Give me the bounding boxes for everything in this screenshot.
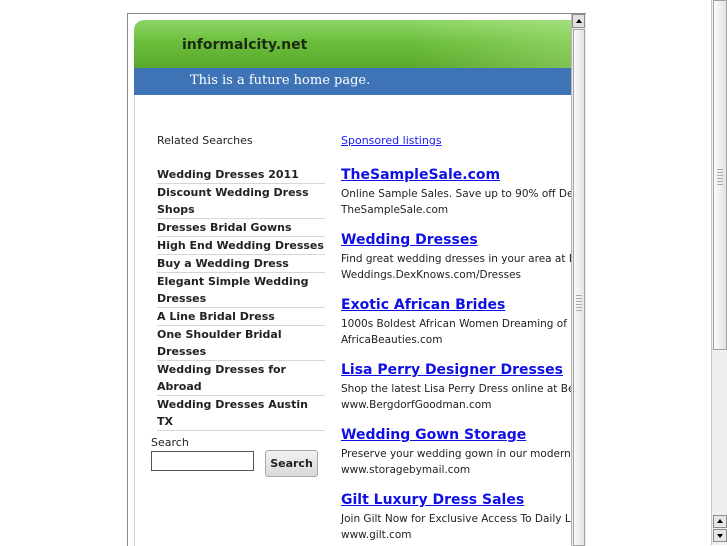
related-search-link[interactable]: Elegant Simple Wedding Dresses xyxy=(157,273,325,308)
sponsored-listing: Wedding Dresses Find great wedding dress… xyxy=(341,231,571,296)
window-scrollbar[interactable] xyxy=(711,0,727,545)
listing-url[interactable]: AfricaBeauties.com xyxy=(341,332,571,348)
listing-description: Join Gilt Now for Exclusive Access To Da… xyxy=(341,513,571,525)
sponsored-listing: Gilt Luxury Dress Sales Join Gilt Now fo… xyxy=(341,491,571,546)
sponsored-listing: Exotic African Brides 1000s Boldest Afri… xyxy=(341,296,571,361)
related-search-link[interactable]: Wedding Dresses Austin TX xyxy=(157,396,325,431)
sponsored-listing: Lisa Perry Designer Dresses Shop the lat… xyxy=(341,361,571,426)
listing-url[interactable]: www.gilt.com xyxy=(341,527,571,543)
inner-scrollbar-thumb[interactable] xyxy=(573,29,585,546)
listing-description: Preserve your wedding gown in our modern… xyxy=(341,448,571,460)
scroll-up-arrow-icon[interactable] xyxy=(572,14,585,28)
listing-url[interactable]: www.BergdorfGoodman.com xyxy=(341,397,571,413)
related-search-link[interactable]: Dresses Bridal Gowns xyxy=(157,219,325,237)
related-search-link[interactable]: High End Wedding Dresses xyxy=(157,237,325,255)
listing-description: Online Sample Sales. Save up to 90% off … xyxy=(341,188,571,200)
listing-title-link[interactable]: Wedding Dresses xyxy=(341,231,571,249)
listing-url[interactable]: TheSampleSale.com xyxy=(341,202,571,218)
grip-icon xyxy=(576,295,582,311)
inner-scrollbar[interactable] xyxy=(571,14,586,546)
sponsored-listing: Wedding Gown Storage Preserve your weddi… xyxy=(341,426,571,491)
search-label: Search xyxy=(151,436,189,449)
scroll-down-arrow-icon[interactable] xyxy=(713,529,727,542)
listing-description: 1000s Boldest African Women Dreaming of … xyxy=(341,318,571,330)
related-search-link[interactable]: Wedding Dresses 2011 xyxy=(157,166,325,184)
listing-title-link[interactable]: Lisa Perry Designer Dresses xyxy=(341,361,571,379)
related-searches-list: Wedding Dresses 2011 Discount Wedding Dr… xyxy=(157,166,325,431)
related-search-link[interactable]: Wedding Dresses for Abroad xyxy=(157,361,325,396)
listing-title-link[interactable]: Exotic African Brides xyxy=(341,296,571,314)
window-scrollbar-thumb[interactable] xyxy=(713,0,727,350)
header-banner: informalcity.net xyxy=(134,20,571,68)
sponsored-listing: TheSampleSale.com Online Sample Sales. S… xyxy=(341,166,571,231)
listing-title-link[interactable]: Gilt Luxury Dress Sales xyxy=(341,491,571,509)
scroll-up-arrow-icon[interactable] xyxy=(713,515,727,528)
search-form: Search Search xyxy=(151,436,318,477)
sponsored-listings-link[interactable]: Sponsored listings xyxy=(341,134,442,147)
grip-icon xyxy=(717,169,723,185)
subtitle-banner: This is a future home page. xyxy=(134,68,571,95)
listing-description: Shop the latest Lisa Perry Dress online … xyxy=(341,383,571,395)
related-search-link[interactable]: A Line Bridal Dress xyxy=(157,308,325,326)
listing-url[interactable]: www.storagebymail.com xyxy=(341,462,571,478)
page-content: informalcity.net This is a future home p… xyxy=(128,14,571,546)
page-frame: informalcity.net This is a future home p… xyxy=(127,13,586,546)
listing-url[interactable]: Weddings.DexKnows.com/Dresses xyxy=(341,267,571,283)
site-title: informalcity.net xyxy=(182,37,308,53)
search-button[interactable]: Search xyxy=(265,450,318,477)
related-searches-heading: Related Searches xyxy=(157,134,253,147)
content-divider xyxy=(134,95,135,546)
listing-description: Find great wedding dresses in your area … xyxy=(341,253,571,265)
related-search-link[interactable]: Discount Wedding Dress Shops xyxy=(157,184,325,219)
search-input[interactable] xyxy=(151,451,254,471)
related-search-link[interactable]: Buy a Wedding Dress xyxy=(157,255,325,273)
sponsored-listings: TheSampleSale.com Online Sample Sales. S… xyxy=(341,166,571,546)
subtitle-text: This is a future home page. xyxy=(190,73,371,88)
listing-title-link[interactable]: TheSampleSale.com xyxy=(341,166,571,184)
related-search-link[interactable]: One Shoulder Bridal Dresses xyxy=(157,326,325,361)
listing-title-link[interactable]: Wedding Gown Storage xyxy=(341,426,571,444)
